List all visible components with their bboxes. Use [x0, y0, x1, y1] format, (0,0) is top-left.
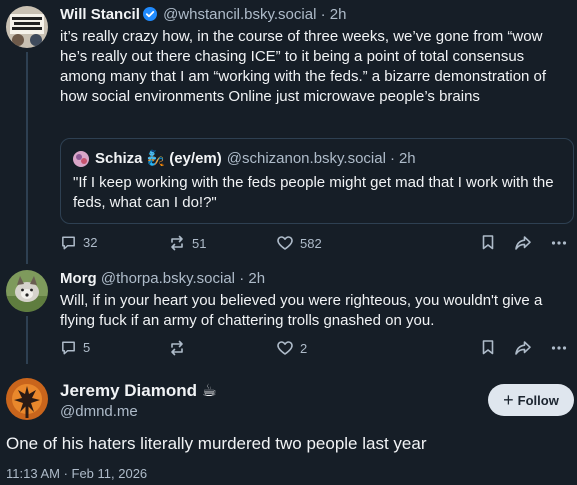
quote-author-handle: @schizanon.bsky.social	[226, 150, 386, 167]
thread-line	[26, 316, 28, 364]
author-handle[interactable]: @whstancil.bsky.social	[163, 6, 316, 23]
more-icon	[551, 241, 567, 245]
reply-icon	[62, 236, 75, 250]
main-post-text: One of his haters literally murdered two…	[6, 434, 427, 453]
reply-button[interactable]: 32	[60, 234, 97, 251]
bookmark-button[interactable]	[480, 339, 496, 355]
bookmark-icon	[482, 235, 494, 250]
separator-dot: ·	[389, 150, 395, 167]
post-actions: 5 2	[60, 339, 574, 359]
repost-icon	[171, 235, 183, 251]
repost-button[interactable]: 51	[168, 234, 206, 252]
more-icon	[551, 346, 567, 350]
repost-count: 51	[192, 235, 207, 251]
avatar[interactable]	[6, 378, 48, 420]
reply-button[interactable]: 5	[60, 339, 90, 356]
avatar[interactable]	[6, 6, 48, 48]
thread-line	[26, 52, 28, 264]
like-button[interactable]: 2	[276, 339, 307, 357]
plus-icon: +	[503, 390, 514, 410]
separator-dot: ·	[320, 6, 326, 23]
like-button[interactable]: 582	[276, 234, 322, 252]
post-time[interactable]: 2h	[330, 6, 347, 23]
like-icon	[277, 341, 293, 355]
share-button[interactable]	[514, 234, 532, 252]
quote-time: 2h	[398, 150, 416, 167]
like-icon	[277, 236, 293, 250]
avatar[interactable]	[6, 270, 48, 312]
separator-dot: ·	[239, 270, 245, 287]
bookmark-button[interactable]	[480, 234, 496, 250]
verified-icon	[142, 7, 157, 21]
post-actions: 32 51 582	[60, 234, 574, 254]
thread-view: Will Stancil @whstancil.bsky.social · 2h…	[0, 0, 577, 485]
post-timestamp[interactable]: 11:13 AM · Feb 11, 2026	[6, 466, 147, 481]
quoted-post[interactable]: Schiza 🧞 (ey/em) @schizanon.bsky.social …	[60, 138, 574, 224]
like-count: 2	[300, 340, 308, 356]
quote-text: "If I keep working with the feds people …	[73, 174, 554, 211]
follow-label: Follow	[517, 392, 559, 408]
author-handle[interactable]: @thorpa.bsky.social	[101, 270, 235, 287]
post-will-stancil[interactable]: Will Stancil @whstancil.bsky.social · 2h…	[60, 5, 573, 107]
quote-header: Schiza 🧞 (ey/em) @schizanon.bsky.social …	[73, 149, 561, 169]
repost-icon	[171, 340, 183, 356]
bookmark-icon	[482, 340, 494, 355]
reply-icon	[62, 341, 75, 355]
repost-button[interactable]	[168, 339, 186, 357]
reply-count: 32	[83, 235, 98, 250]
share-icon	[515, 341, 531, 355]
quote-author-emoji: 🧞	[146, 150, 166, 167]
author-name[interactable]: Morg	[60, 270, 97, 287]
more-button[interactable]	[550, 339, 568, 357]
post-header: Will Stancil @whstancil.bsky.social · 2h	[60, 5, 573, 25]
like-count: 582	[300, 235, 322, 251]
follow-button[interactable]: + Follow	[488, 384, 574, 416]
post-time[interactable]: 2h	[248, 270, 265, 287]
share-button[interactable]	[514, 339, 532, 357]
author-name[interactable]: Will Stancil	[60, 6, 140, 23]
more-button[interactable]	[550, 234, 568, 252]
quote-avatar	[73, 151, 89, 167]
reply-count: 5	[83, 340, 91, 355]
post-morg[interactable]: Morg @thorpa.bsky.social · 2h Will, if i…	[60, 269, 573, 331]
post-header: Morg @thorpa.bsky.social · 2h	[60, 269, 573, 289]
quote-author-pronouns: (ey/em)	[169, 150, 222, 167]
quote-author-name: Schiza	[95, 150, 143, 167]
post-text: it’s really crazy how, in the course of …	[60, 28, 547, 105]
share-icon	[515, 236, 531, 250]
post-text: Will, if in your heart you believed you …	[60, 292, 543, 329]
